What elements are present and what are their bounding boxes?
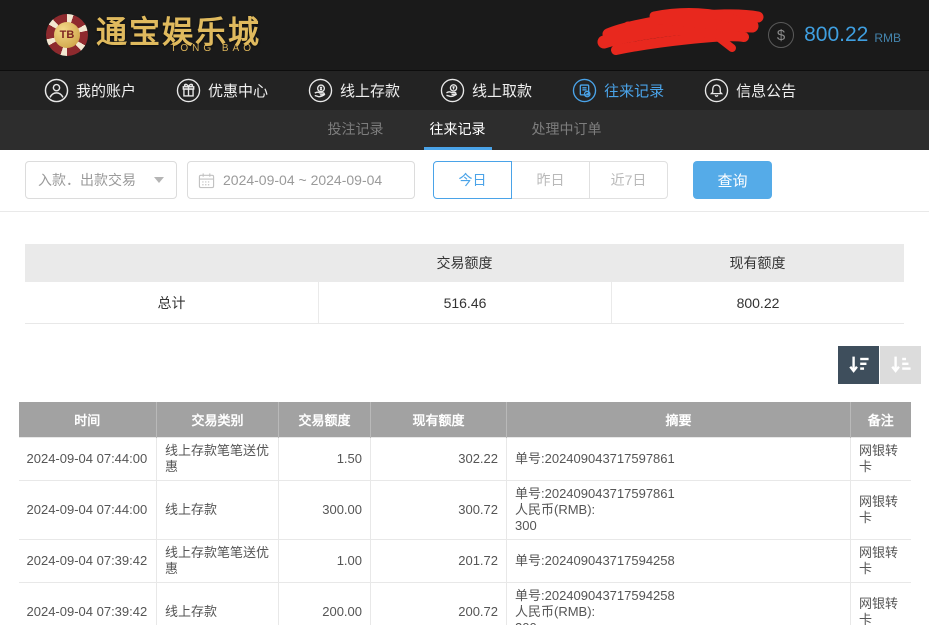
- yesterday-button[interactable]: 昨日: [511, 161, 590, 199]
- col-amount: 交易额度: [279, 402, 371, 437]
- cell-type: 线上存款: [157, 582, 279, 625]
- records-icon: [572, 78, 597, 103]
- site-logo[interactable]: TB 通宝娱乐城 TONG BAO: [46, 14, 261, 56]
- cell-amount: 1.00: [279, 539, 371, 582]
- table-row: 2024-09-04 07:39:42 线上存款笔笔送优惠 1.00 201.7…: [19, 539, 911, 582]
- filter-bar: 入款．出款交易 2024-09-04 ~ 2024-09-04 今日 昨日 近7…: [0, 150, 929, 212]
- summary-transaction-total: 516.46: [318, 282, 611, 323]
- deposit-icon: [308, 78, 333, 103]
- nav-label: 优惠中心: [208, 80, 268, 101]
- today-button[interactable]: 今日: [433, 161, 512, 199]
- balance-amount: 800.22: [804, 23, 868, 47]
- cell-balance: 201.72: [371, 539, 507, 582]
- balance-dollar-icon: $: [768, 22, 794, 48]
- cell-summary: 单号:202409043717597861 人民币(RMB): 300: [507, 480, 851, 539]
- col-summary: 摘要: [507, 402, 851, 437]
- nav-label: 线上取款: [472, 80, 532, 101]
- sort-ascending-button[interactable]: [880, 346, 921, 384]
- tab-pending-orders[interactable]: 处理中订单: [526, 110, 608, 150]
- cell-balance: 300.72: [371, 480, 507, 539]
- date-range-value: 2024-09-04 ~ 2024-09-04: [223, 172, 382, 188]
- logo-text: 通宝娱乐城 TONG BAO: [96, 17, 261, 54]
- nav-item-my-account[interactable]: 我的账户: [44, 78, 136, 103]
- poker-chip-icon: TB: [46, 14, 88, 56]
- cell-balance: 200.72: [371, 582, 507, 625]
- sort-ascending-icon: [889, 353, 913, 377]
- cell-summary: 单号:202409043717594258 人民币(RMB): 200: [507, 582, 851, 625]
- records-table: 时间 交易类别 交易额度 现有额度 摘要 备注 2024-09-04 07:44…: [19, 402, 911, 625]
- page: TB 通宝娱乐城 TONG BAO: [0, 0, 929, 625]
- cell-summary: 单号:202409043717597861: [507, 437, 851, 480]
- cell-time: 2024-09-04 07:39:42: [19, 582, 157, 625]
- chevron-down-icon: [154, 177, 164, 183]
- nav-item-withdraw[interactable]: 线上取款: [440, 78, 532, 103]
- col-time: 时间: [19, 402, 157, 437]
- cell-summary: 单号:202409043717594258: [507, 539, 851, 582]
- summary-table: 交易额度 现有额度 总计 516.46 800.22: [25, 244, 904, 324]
- summary-header-balance: 现有额度: [611, 253, 904, 273]
- main-nav: 我的账户 优惠中心 线上存款: [0, 70, 929, 110]
- query-button[interactable]: 查询: [693, 161, 772, 199]
- logo-subtitle: TONG BAO: [170, 44, 255, 54]
- table-row: 2024-09-04 07:44:00 线上存款 300.00 300.72 单…: [19, 480, 911, 539]
- nav-item-announcements[interactable]: 信息公告: [704, 78, 796, 103]
- tab-transaction-records[interactable]: 往来记录: [424, 110, 492, 150]
- cell-remark: 网银转卡: [851, 539, 911, 582]
- cell-amount: 200.00: [279, 582, 371, 625]
- tab-betting-records[interactable]: 投注记录: [322, 110, 390, 150]
- col-type: 交易类别: [157, 402, 279, 437]
- bell-icon: [704, 78, 729, 103]
- gift-icon: [176, 78, 201, 103]
- sort-controls: [0, 346, 921, 384]
- top-header: TB 通宝娱乐城 TONG BAO: [0, 0, 929, 70]
- nav-item-promotions[interactable]: 优惠中心: [176, 78, 268, 103]
- sort-descending-button[interactable]: [838, 346, 879, 384]
- cell-remark: 网银转卡: [851, 480, 911, 539]
- records-table-body: 2024-09-04 07:44:00 线上存款笔笔送优惠 1.50 302.2…: [19, 437, 911, 625]
- cell-time: 2024-09-04 07:44:00: [19, 480, 157, 539]
- nav-label: 信息公告: [736, 80, 796, 101]
- col-remark: 备注: [851, 402, 911, 437]
- cell-amount: 300.00: [279, 480, 371, 539]
- chip-monogram: TB: [54, 22, 80, 48]
- table-row: 2024-09-04 07:44:00 线上存款笔笔送优惠 1.50 302.2…: [19, 437, 911, 480]
- withdraw-icon: [440, 78, 465, 103]
- user-icon[interactable]: [612, 23, 636, 47]
- sort-descending-icon: [847, 353, 871, 377]
- calendar-icon: [198, 172, 215, 189]
- cell-time: 2024-09-04 07:44:00: [19, 437, 157, 480]
- select-value: 入款．出款交易: [38, 170, 136, 190]
- cell-type: 线上存款: [157, 480, 279, 539]
- cell-remark: 网银转卡: [851, 582, 911, 625]
- username-area: [636, 35, 768, 36]
- summary-header-row: 交易额度 现有额度: [25, 244, 904, 282]
- nav-item-deposit[interactable]: 线上存款: [308, 78, 400, 103]
- col-balance: 现有额度: [371, 402, 507, 437]
- balance-currency: RMB: [874, 31, 901, 45]
- subtab-bar: 投注记录 往来记录 处理中订单: [0, 110, 929, 150]
- cell-remark: 网银转卡: [851, 437, 911, 480]
- nav-label: 线上存款: [340, 80, 400, 101]
- nav-label: 我的账户: [76, 80, 136, 101]
- summary-total-label: 总计: [25, 282, 318, 323]
- date-range-input[interactable]: 2024-09-04 ~ 2024-09-04: [187, 161, 415, 199]
- nav-item-transaction-records[interactable]: 往来记录: [572, 78, 664, 103]
- cell-type: 线上存款笔笔送优惠: [157, 539, 279, 582]
- summary-header-transaction: 交易额度: [318, 253, 611, 273]
- table-row: 2024-09-04 07:39:42 线上存款 200.00 200.72 单…: [19, 582, 911, 625]
- user-icon: [44, 78, 69, 103]
- quick-range-group: 今日 昨日 近7日: [433, 161, 668, 199]
- cell-time: 2024-09-04 07:39:42: [19, 539, 157, 582]
- cell-type: 线上存款笔笔送优惠: [157, 437, 279, 480]
- cell-amount: 1.50: [279, 437, 371, 480]
- account-area: $ 800.22 RMB: [612, 0, 901, 70]
- cell-balance: 302.22: [371, 437, 507, 480]
- transaction-type-select[interactable]: 入款．出款交易: [25, 161, 177, 199]
- summary-balance-total: 800.22: [611, 282, 904, 323]
- nav-label: 往来记录: [604, 80, 664, 101]
- summary-total-row: 总计 516.46 800.22: [25, 282, 904, 324]
- records-table-header: 时间 交易类别 交易额度 现有额度 摘要 备注: [19, 402, 911, 437]
- last7days-button[interactable]: 近7日: [589, 161, 668, 199]
